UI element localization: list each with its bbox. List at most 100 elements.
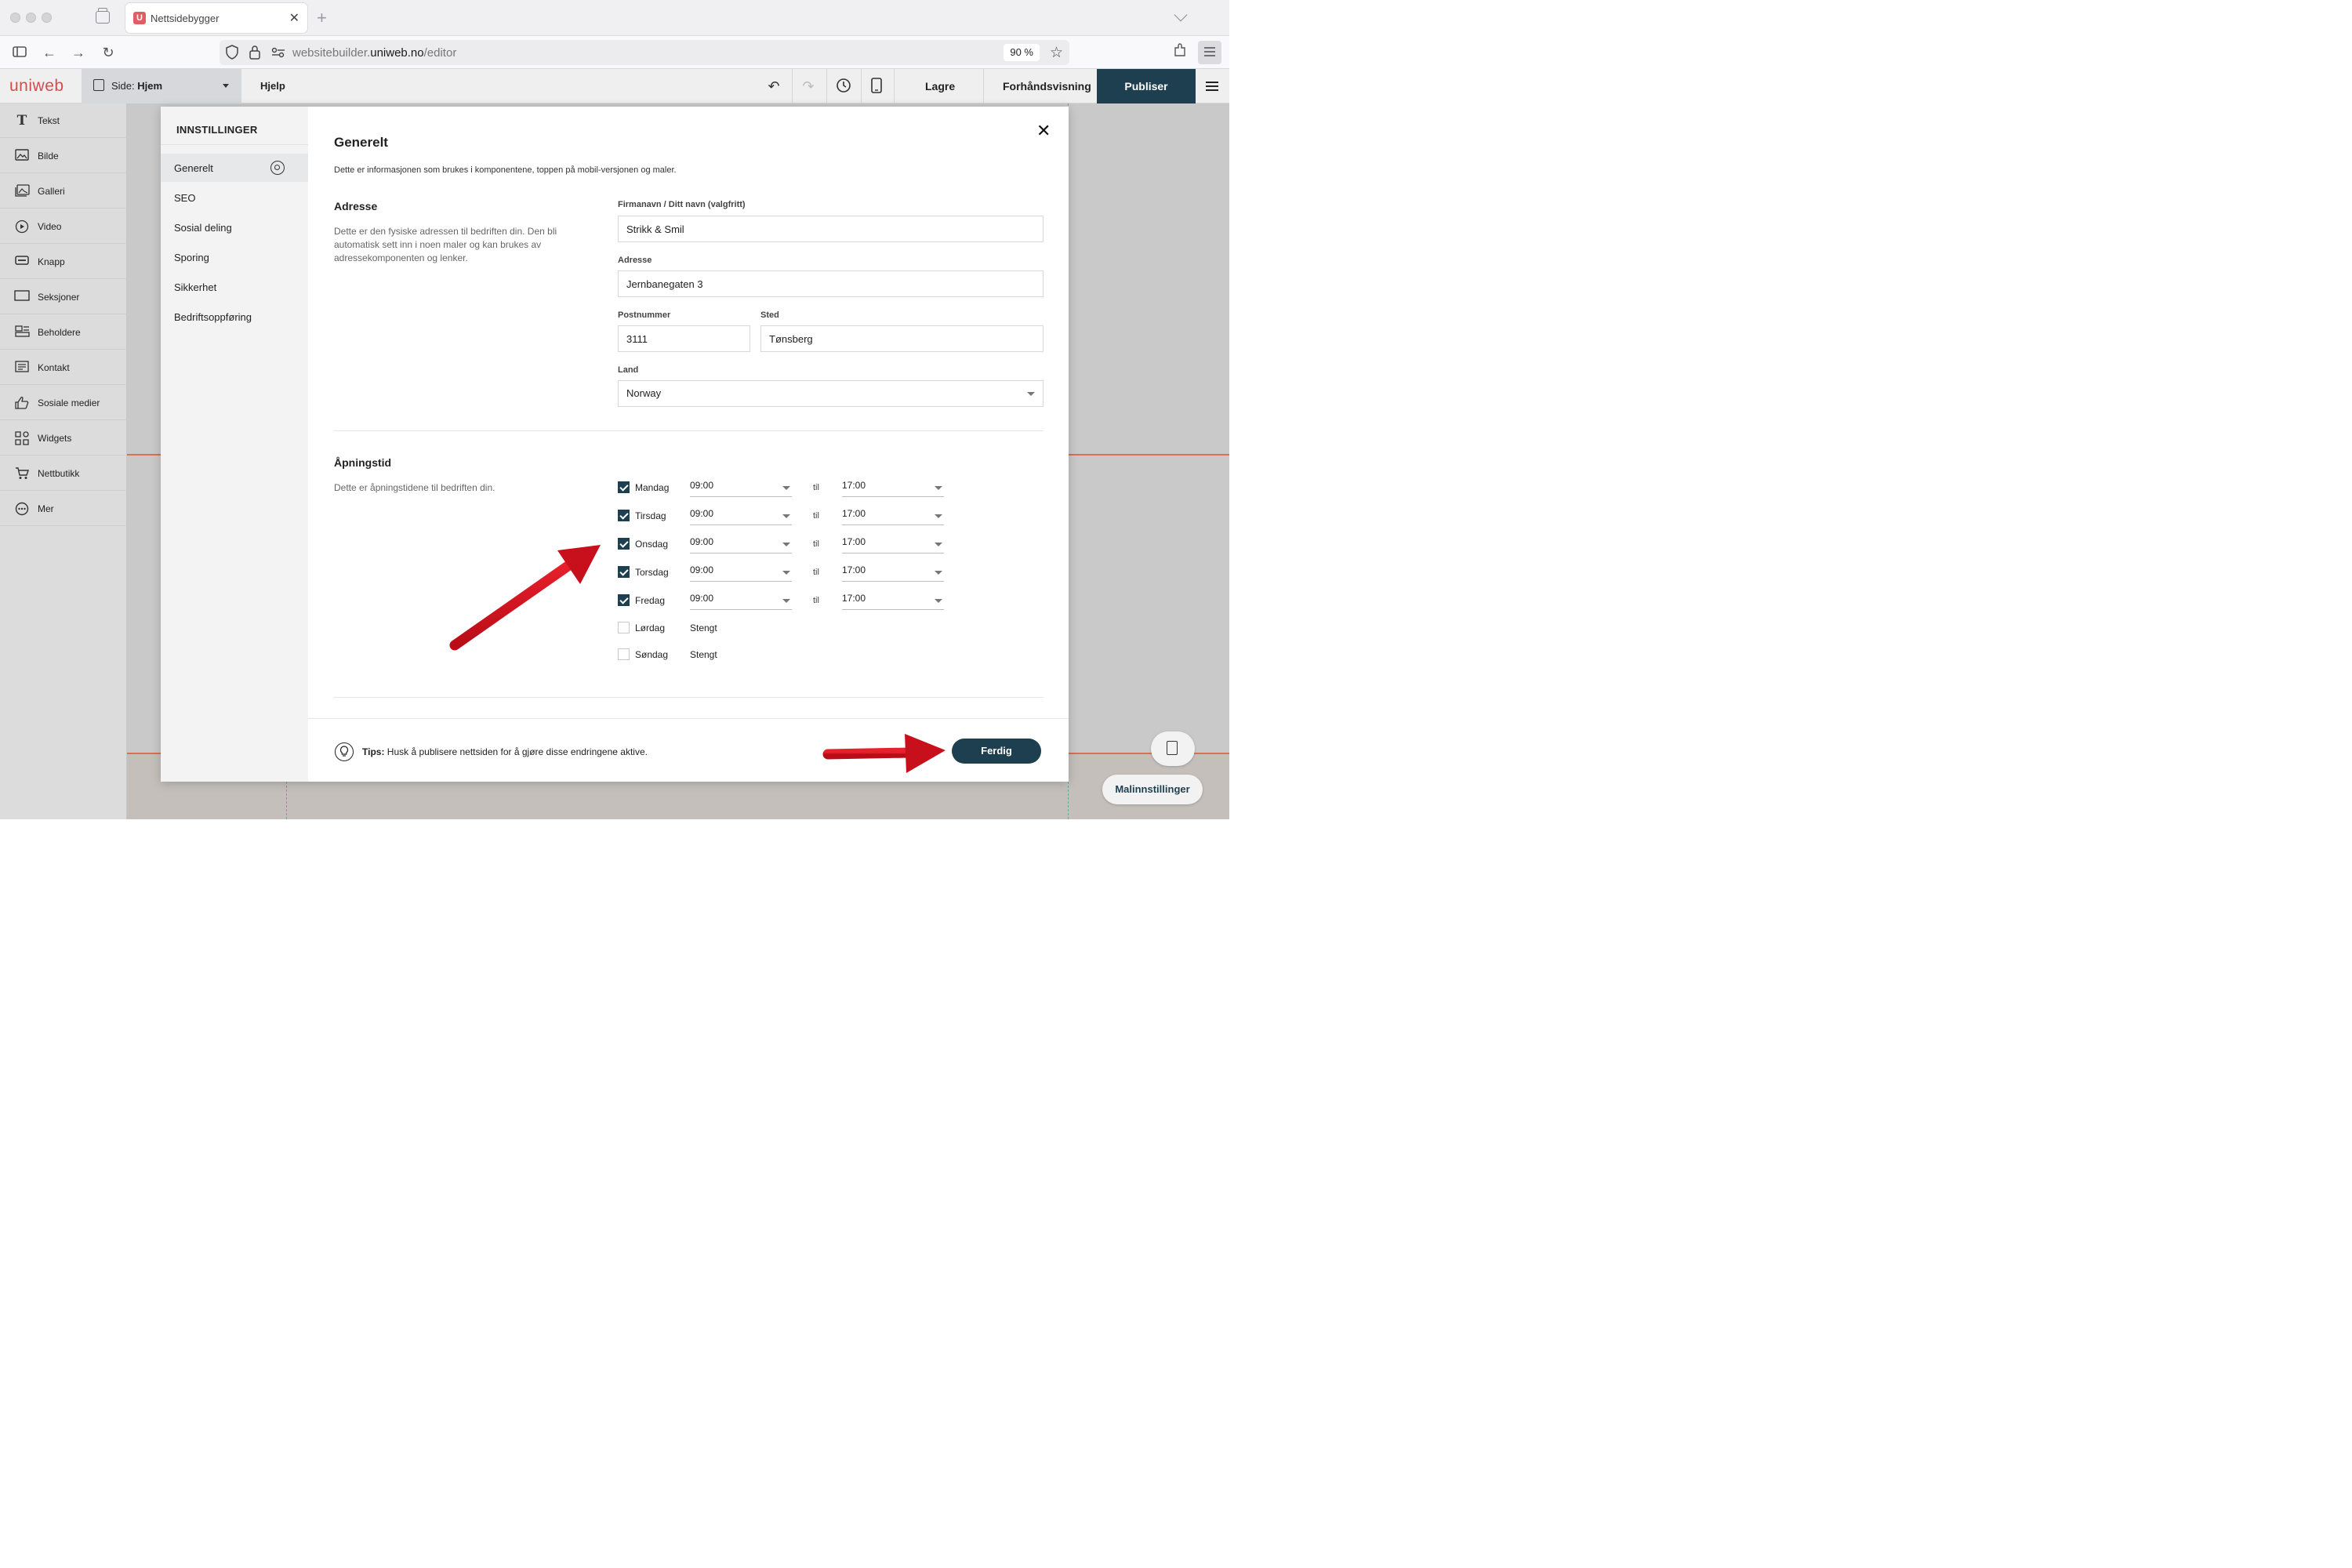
window-minimize-dot[interactable] [26,13,36,23]
shield-icon[interactable] [226,45,238,64]
zoom-level-badge[interactable]: 90 % [1004,44,1040,61]
close-icon[interactable]: ✕ [1036,121,1051,141]
section-divider [334,697,1044,698]
save-button[interactable]: Lagre [925,80,955,93]
street-label: Adresse [618,256,652,265]
opening-hours-heading: Åpningstid [334,456,392,469]
address-bar[interactable]: websitebuilder.uniweb.no/editor 90 % ☆ [220,40,1069,65]
bookmark-star-icon[interactable]: ☆ [1050,44,1063,62]
tool-sections[interactable]: Seksjoner [0,280,127,314]
nav-item-label: Generelt [174,162,213,174]
from-time-value: 09:00 [690,564,714,575]
tool-more[interactable]: Mer [0,492,127,526]
modal-footer: Tips: Husk å publisere nettsiden for å g… [308,718,1069,782]
page-selector[interactable]: Side: Hjem [82,69,241,103]
settings-nav-social-sharing[interactable]: Sosial deling [161,213,308,241]
day-checkbox[interactable] [618,481,630,493]
to-time-value: 17:00 [842,480,866,491]
street-input[interactable] [618,270,1044,297]
from-time-select[interactable]: 09:00 [690,478,792,497]
country-select-value: Norway [626,387,662,399]
design-palette-button[interactable] [1151,731,1195,766]
extensions-icon[interactable] [1170,42,1190,63]
tool-text[interactable]: T Tekst [0,103,127,138]
day-checkbox[interactable] [618,510,630,521]
window-close-dot[interactable] [10,13,20,23]
closed-label: Stengt [690,622,717,633]
to-time-value: 17:00 [842,564,866,575]
day-checkbox[interactable] [618,566,630,578]
til-label: til [813,568,819,577]
redo-icon[interactable]: ↷ [800,78,817,95]
back-arrow-icon[interactable]: ← [39,42,60,63]
done-button[interactable]: Ferdig [952,739,1041,764]
more-icon [14,502,30,516]
tool-label: Nettbutikk [38,468,80,479]
settings-nav-seo[interactable]: SEO [161,183,308,212]
help-menu[interactable]: Hjelp [260,80,285,92]
day-checkbox[interactable] [618,622,630,633]
caret-down-icon [782,571,790,575]
settings-nav-security[interactable]: Sikkerhet [161,273,308,301]
to-time-select[interactable]: 17:00 [842,478,944,497]
undo-icon[interactable]: ↶ [765,78,782,95]
from-time-select[interactable]: 09:00 [690,535,792,554]
tool-contact[interactable]: Kontakt [0,350,127,385]
tool-button[interactable]: Knapp [0,245,127,279]
sidebar-toggle-icon[interactable] [9,42,30,63]
day-checkbox[interactable] [618,648,630,660]
permissions-icon[interactable] [271,47,285,62]
company-name-input[interactable] [618,216,1044,242]
history-clock-icon[interactable] [835,78,852,95]
tool-webshop[interactable]: Nettbutikk [0,456,127,491]
caret-down-icon [935,543,942,546]
day-checkbox[interactable] [618,538,630,550]
city-input[interactable] [760,325,1044,352]
tab-close-icon[interactable]: ✕ [289,10,299,26]
tool-video[interactable]: Video [0,209,127,244]
hamburger-menu-icon[interactable] [1206,82,1218,91]
zip-input[interactable] [618,325,750,352]
new-tab-icon[interactable]: + [317,8,327,28]
to-time-select[interactable]: 17:00 [842,506,944,525]
settings-nav-tracking[interactable]: Sporing [161,243,308,271]
from-time-select[interactable]: 09:00 [690,563,792,582]
from-time-select[interactable]: 09:00 [690,506,792,525]
to-time-select[interactable]: 17:00 [842,563,944,582]
section-divider [334,430,1044,431]
tool-widgets[interactable]: Widgets [0,421,127,456]
day-checkbox[interactable] [618,594,630,606]
url-text[interactable]: websitebuilder.uniweb.no/editor [292,46,456,60]
lock-icon[interactable] [249,45,260,64]
to-time-value: 17:00 [842,593,866,604]
country-select[interactable]: Norway [618,380,1044,407]
tool-image[interactable]: Bilde [0,139,127,173]
settings-nav-business-listing[interactable]: Bedriftsoppføring [161,303,308,331]
to-time-select[interactable]: 17:00 [842,591,944,610]
template-settings-button[interactable]: Malinnstillinger [1102,775,1203,804]
to-time-select[interactable]: 17:00 [842,535,944,554]
publish-button[interactable]: Publiser [1097,69,1196,103]
caret-down-icon [1027,392,1035,396]
zip-label: Postnummer [618,310,671,320]
tool-gallery[interactable]: Galleri [0,174,127,209]
mobile-preview-icon[interactable] [868,78,885,95]
tool-containers[interactable]: Beholdere [0,315,127,350]
window-zoom-dot[interactable] [42,13,52,23]
settings-nav-general[interactable]: Generelt [161,154,308,182]
hours-row-thursday: Torsdag 09:00 til 17:00 [618,563,947,582]
preview-button[interactable]: Forhåndsvisning [1003,80,1091,93]
tab-list-chevron-icon[interactable] [1174,8,1188,22]
browser-tab[interactable]: U Nettsidebygger ✕ [125,3,307,33]
thumbs-up-icon [14,396,30,410]
app-menu-icon[interactable] [1198,41,1221,64]
tool-social[interactable]: Sosiale medier [0,386,127,420]
tool-label: Video [38,221,62,232]
day-name: Lørdag [635,622,666,633]
forward-arrow-icon[interactable]: → [68,42,89,63]
reload-icon[interactable]: ↻ [98,42,118,63]
from-time-select[interactable]: 09:00 [690,591,792,610]
tool-label: Beholdere [38,327,81,338]
tab-title: Nettsidebygger [151,13,220,24]
tab-overview-icon[interactable] [96,8,110,24]
